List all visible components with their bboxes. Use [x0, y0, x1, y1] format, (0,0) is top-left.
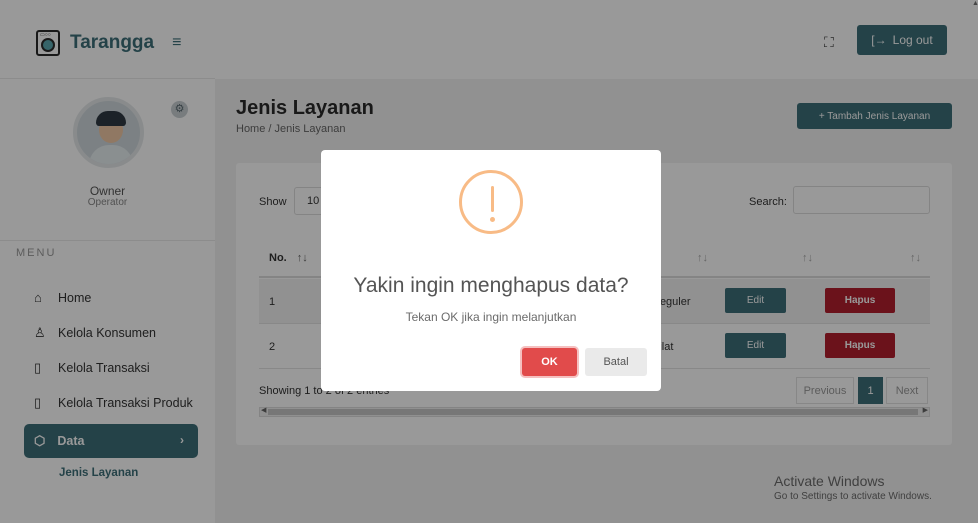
- warning-icon: [459, 170, 523, 234]
- confirm-ok-button[interactable]: OK: [522, 348, 577, 376]
- dialog-text: Tekan OK jika ingin melanjutkan: [405, 310, 577, 324]
- dialog-title: Yakin ingin menghapus data?: [353, 274, 629, 297]
- confirm-delete-dialog: Yakin ingin menghapus data? Tekan OK jik…: [321, 150, 661, 391]
- cancel-button[interactable]: Batal: [585, 348, 647, 376]
